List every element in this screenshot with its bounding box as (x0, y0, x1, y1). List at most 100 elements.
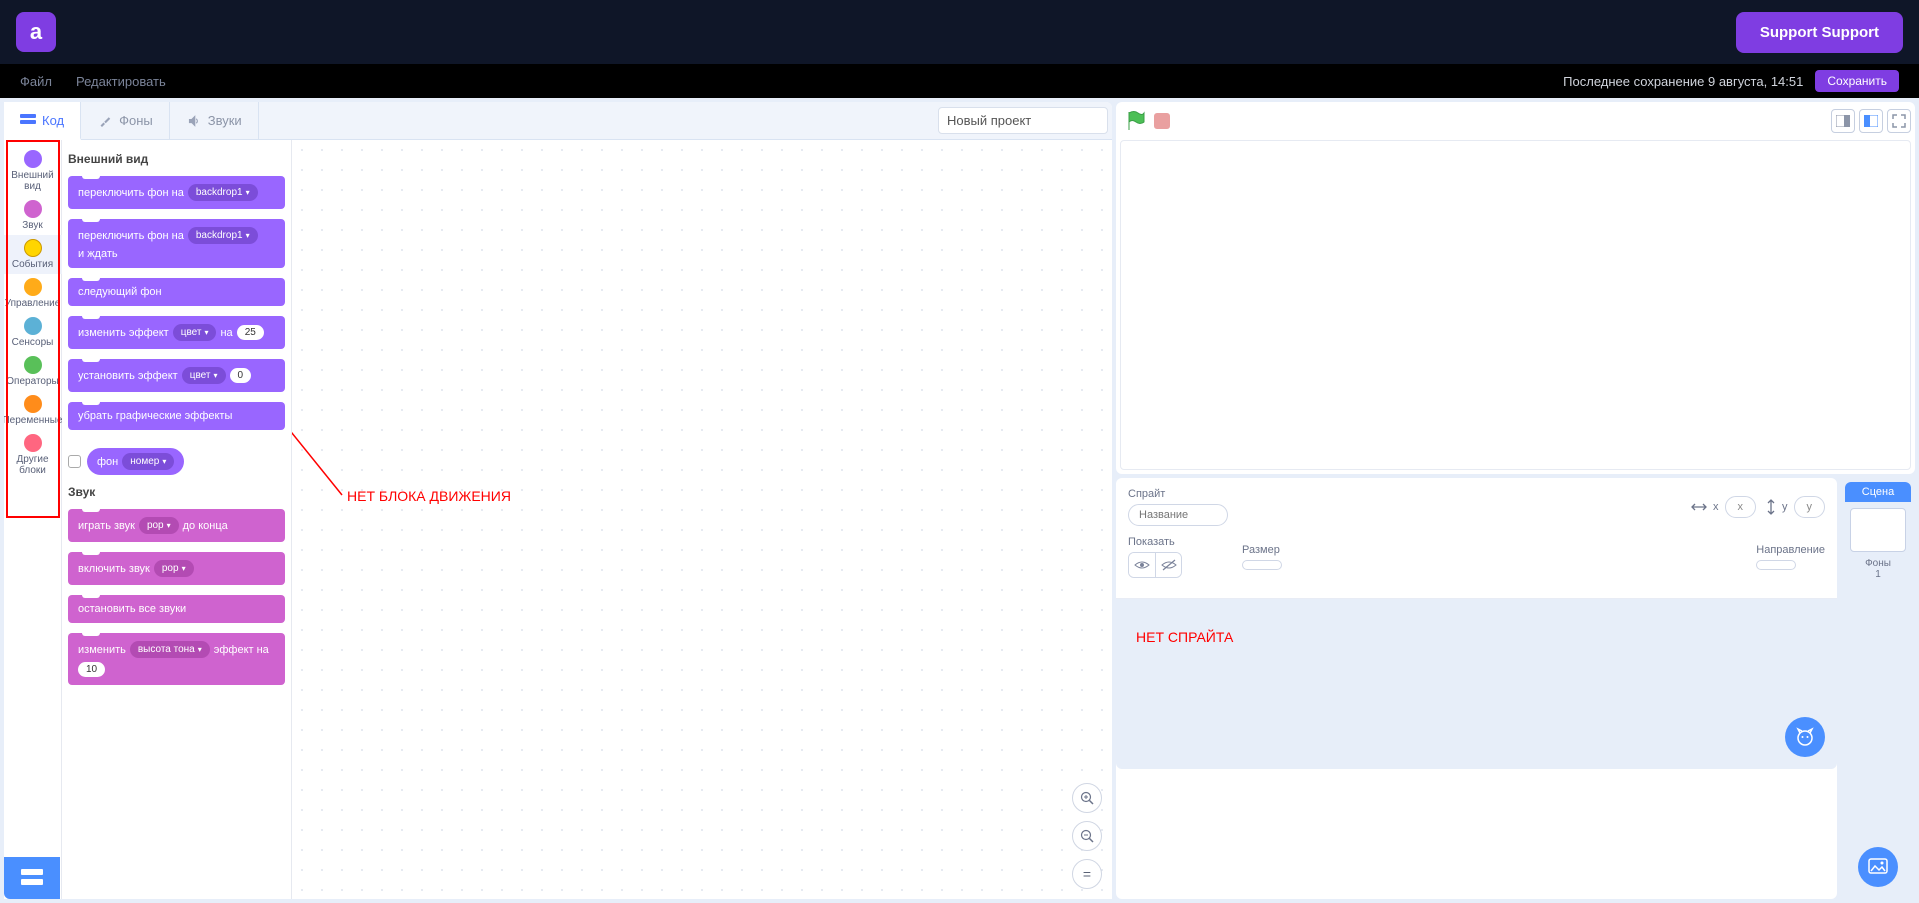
input-number[interactable]: 0 (230, 368, 252, 383)
zoom-in-button[interactable] (1072, 783, 1102, 813)
stage-thumbnail[interactable] (1850, 508, 1906, 552)
palette-sound-header: Звук (68, 485, 285, 499)
add-sprite-button[interactable] (1785, 717, 1825, 757)
backpack-button[interactable]: + (4, 857, 60, 899)
cat-operators[interactable]: Операторы (4, 352, 62, 391)
block-label: эффект на (214, 644, 269, 656)
dropdown-pitch[interactable]: высота тона (130, 641, 210, 658)
cat-operators-label: Операторы (6, 376, 58, 387)
green-flag-button[interactable] (1126, 110, 1146, 132)
stage-fullscreen-button[interactable] (1887, 109, 1911, 133)
cat-control-label: Управление (5, 298, 61, 309)
cat-looks[interactable]: Внешний вид (4, 146, 62, 196)
size-label: Размер (1242, 544, 1282, 556)
cat-events[interactable]: События (4, 235, 62, 274)
menu-file[interactable]: Файл (20, 74, 52, 89)
dropdown-backdrop[interactable]: backdrop1 (188, 227, 258, 244)
cat-variables-label: Переменные (4, 415, 63, 426)
block-start-sound[interactable]: включить звук pop (68, 552, 285, 585)
block-label: и ждать (78, 248, 118, 260)
block-palette[interactable]: Внешний вид переключить фон на backdrop1… (62, 140, 292, 899)
image-icon (1868, 858, 1888, 876)
stage-canvas[interactable] (1120, 140, 1911, 470)
block-label: установить эффект (78, 370, 178, 382)
sprite-size-input[interactable] (1242, 560, 1282, 570)
menu-edit[interactable]: Редактировать (76, 74, 166, 89)
input-number[interactable]: 10 (78, 662, 105, 677)
block-change-effect[interactable]: изменить эффект цвет на 25 (68, 316, 285, 349)
editor-panel: Код Фоны Звуки Внешний вид Звук События … (4, 102, 1112, 899)
block-set-effect[interactable]: установить эффект цвет 0 (68, 359, 285, 392)
y-label: y (1782, 501, 1788, 513)
cat-myblocks-label: Другие блоки (4, 454, 62, 476)
dropdown-sound[interactable]: pop (154, 560, 194, 577)
add-backdrop-button[interactable] (1858, 847, 1898, 887)
cat-sensing[interactable]: Сенсоры (4, 313, 62, 352)
dropdown-sound[interactable]: pop (139, 517, 179, 534)
tab-costumes[interactable]: Фоны (81, 102, 170, 139)
block-clear-effects[interactable]: убрать графические эффекты (68, 402, 285, 430)
block-label: изменить (78, 644, 126, 656)
dropdown-backdrop[interactable]: backdrop1 (188, 184, 258, 201)
block-stop-sounds[interactable]: остановить все звуки (68, 595, 285, 623)
dropdown-reporter[interactable]: номер (122, 453, 174, 470)
sprite-label: Спрайт (1128, 488, 1228, 500)
direction-label: Направление (1756, 544, 1825, 556)
dropdown-effect[interactable]: цвет (173, 324, 217, 341)
x-arrow-icon (1691, 502, 1707, 512)
block-backdrop-reporter[interactable]: фон номер (87, 448, 184, 475)
zoom-reset-button[interactable]: = (1072, 859, 1102, 889)
cat-sound-label: Звук (22, 220, 43, 231)
show-hidden-button[interactable] (1155, 553, 1181, 577)
block-switch-backdrop-wait[interactable]: переключить фон на backdrop1 и ждать (68, 219, 285, 268)
save-button[interactable]: Сохранить (1815, 70, 1899, 92)
sprite-list[interactable]: НЕТ СПРАЙТА (1116, 599, 1837, 769)
block-label: фон (97, 456, 118, 468)
block-switch-backdrop[interactable]: переключить фон на backdrop1 (68, 176, 285, 209)
block-change-pitch[interactable]: изменить высота тона эффект на 10 (68, 633, 285, 685)
stage-selector-title: Сцена (1845, 482, 1911, 502)
app-logo[interactable]: a (16, 12, 56, 52)
sprite-panel: Спрайт x x y y (1116, 478, 1837, 899)
block-label: на (220, 327, 232, 339)
main-area: Код Фоны Звуки Внешний вид Звук События … (0, 98, 1919, 903)
block-label: следующий фон (78, 286, 162, 298)
annotation-no-sprite: НЕТ СПРАЙТА (1136, 629, 1233, 645)
reporter-checkbox[interactable] (68, 455, 81, 468)
top-header: a Support Support (0, 0, 1919, 64)
show-visible-button[interactable] (1129, 553, 1155, 577)
cat-control[interactable]: Управление (4, 274, 62, 313)
block-next-backdrop[interactable]: следующий фон (68, 278, 285, 306)
sprite-direction-input[interactable] (1756, 560, 1796, 570)
palette-looks-header: Внешний вид (68, 152, 285, 166)
zoom-out-button[interactable] (1072, 821, 1102, 851)
cat-myblocks[interactable]: Другие блоки (4, 430, 62, 480)
block-play-sound-done[interactable]: играть звук pop до конца (68, 509, 285, 542)
code-icon (20, 114, 36, 126)
input-number[interactable]: 25 (237, 325, 264, 340)
tab-bar: Код Фоны Звуки (4, 102, 1112, 140)
block-label: до конца (183, 520, 228, 532)
dropdown-effect[interactable]: цвет (182, 367, 226, 384)
stage-small-button[interactable] (1831, 109, 1855, 133)
script-workspace[interactable]: НЕТ БЛОКА ДВИЖЕНИЯ = (292, 140, 1112, 899)
tab-code-label: Код (42, 113, 64, 128)
project-name-input[interactable] (938, 107, 1108, 134)
sprite-x-input[interactable]: x (1725, 496, 1757, 518)
support-button[interactable]: Support Support (1736, 12, 1903, 53)
stage-large-button[interactable] (1859, 109, 1883, 133)
brush-icon (97, 115, 113, 127)
save-status: Последнее сохранение 9 августа, 14:51 (1563, 74, 1803, 89)
menu-bar: Файл Редактировать Последнее сохранение … (0, 64, 1919, 98)
block-label: переключить фон на (78, 230, 184, 242)
stage-selector[interactable]: Сцена Фоны 1 (1841, 478, 1915, 899)
stage-wrapper (1116, 102, 1915, 474)
tab-code[interactable]: Код (4, 102, 81, 140)
cat-variables[interactable]: Переменные (4, 391, 62, 430)
tab-sounds[interactable]: Звуки (170, 102, 259, 139)
stop-button[interactable] (1154, 113, 1170, 129)
sprite-name-input[interactable] (1128, 504, 1228, 526)
cat-sound[interactable]: Звук (4, 196, 62, 235)
sprite-y-input[interactable]: y (1794, 496, 1826, 518)
cat-icon (1794, 726, 1816, 748)
